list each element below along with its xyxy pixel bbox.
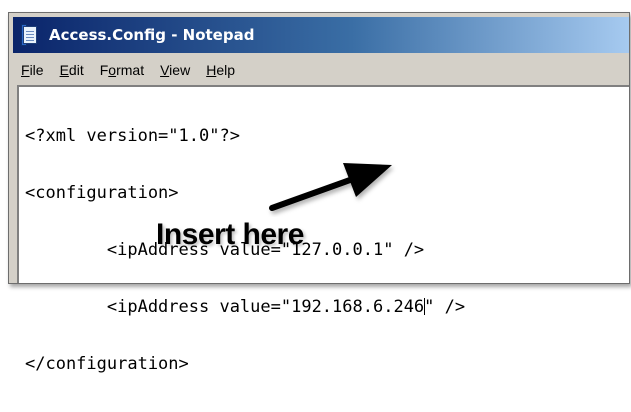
menu-help[interactable]: Help (198, 62, 243, 78)
code-line: <configuration> (25, 183, 179, 203)
title-bar[interactable]: Access.Config - Notepad (13, 17, 629, 53)
menu-view[interactable]: View (152, 62, 198, 78)
code-line: <ipAddress value="192.168.6.246" /> (25, 297, 466, 317)
notepad-icon[interactable] (21, 24, 39, 46)
menu-file[interactable]: File (13, 62, 52, 78)
text-editor[interactable]: <?xml version="1.0"?> <configuration> <i… (17, 85, 629, 374)
code-line: </configuration> (25, 354, 189, 374)
menu-bar: File Edit Format View Help (13, 57, 629, 83)
menu-edit[interactable]: Edit (52, 62, 92, 78)
notepad-window: Access.Config - Notepad File Edit Format… (8, 12, 630, 374)
menu-format[interactable]: Format (92, 62, 152, 78)
code-line: <?xml version="1.0"?> (25, 126, 240, 146)
annotation-label: Insert here (156, 218, 304, 251)
window-title: Access.Config - Notepad (49, 26, 255, 44)
